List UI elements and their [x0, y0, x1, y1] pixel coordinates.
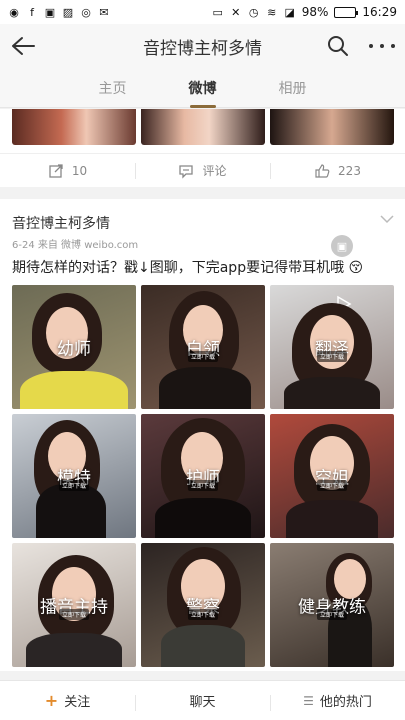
no-sim-icon: ◪ [284, 5, 295, 19]
download-tag[interactable]: 立即下载 [316, 351, 348, 362]
like-button[interactable]: 223 [270, 154, 405, 187]
repost-icon [49, 163, 63, 178]
post-author[interactable]: 音控博主柯多情 [12, 213, 110, 233]
download-tag[interactable]: 立即下载 [187, 609, 219, 620]
status-left-icons: ◉ f ▣ ▨ ◎ ✉ [8, 5, 110, 19]
page-title: 音控博主柯多情 [143, 38, 262, 59]
emoji-icon: 😚 [344, 260, 364, 276]
screen-icon: ▭ [212, 5, 223, 19]
back-arrow-icon[interactable] [10, 34, 36, 58]
bottom-action-bar: + 关注 聊天 ☰ 他的热门 [0, 680, 405, 720]
comment-label: 评论 [202, 164, 227, 178]
search-icon[interactable] [327, 35, 349, 57]
post-image[interactable]: 健身教练 立即下载 [270, 543, 394, 667]
tab-weibo[interactable]: 微博 [183, 78, 223, 98]
battery-percent: 98% [301, 5, 329, 19]
comment-icon [179, 164, 194, 179]
alarm-icon: ◷ [248, 5, 259, 19]
post-image[interactable]: 警察 立即下载 [141, 543, 265, 667]
chat-label: 聊天 [189, 695, 216, 710]
download-tag[interactable]: 立即下载 [187, 480, 219, 491]
tab-home[interactable]: 主页 [93, 78, 133, 98]
post-image[interactable]: 幼师 [12, 285, 136, 409]
post-image[interactable]: 翻泽 立即下载 [270, 285, 394, 409]
previous-post-actions: 10 评论 223 [0, 153, 405, 187]
post-text: 期待怎样的对话？戳↓图聊，下完app要记得带耳机哦 😚 [12, 257, 392, 277]
post-image[interactable]: 播音主持 立即下载 [12, 543, 136, 667]
tab-album[interactable]: 相册 [273, 78, 313, 98]
thumbs-up-icon [315, 163, 330, 178]
previous-post-image[interactable] [141, 109, 265, 145]
hot-posts-button[interactable]: ☰ 他的热门 [270, 691, 405, 711]
facebook-icon: f [30, 5, 34, 19]
status-right: ▭ ✕ ◷ ≋ ◪ 98% 16:29 [212, 5, 397, 19]
image-icon: ▨ [62, 5, 74, 19]
like-count: 223 [338, 163, 361, 178]
previous-post-image[interactable] [12, 109, 136, 145]
download-tag[interactable]: 立即下载 [58, 480, 90, 491]
previous-post-images [0, 109, 405, 153]
repost-button[interactable]: 10 [0, 154, 135, 187]
post-image[interactable]: 空姐 立即下载 [270, 414, 394, 538]
list-icon: ☰ [303, 693, 314, 708]
post-text-content: 期待怎样的对话？戳↓图聊，下完app要记得带耳机哦 [12, 260, 345, 276]
repost-count: 10 [71, 163, 88, 178]
follow-label: 关注 [64, 695, 91, 710]
previous-post-image[interactable] [270, 109, 394, 145]
profile-tabs: 主页 微博 相册 [0, 68, 405, 108]
post-image[interactable]: 模特 立即下载 [12, 414, 136, 538]
post-image-grid: 幼师 白领 立即下载 翻泽 立即下载 模特 立即下载 护师 立即下载 空姐 立即… [12, 285, 394, 667]
download-tag[interactable]: 立即下载 [316, 480, 348, 491]
chevron-down-icon[interactable] [379, 213, 395, 225]
hot-label: 他的热门 [319, 695, 372, 710]
camera-icon: ◎ [81, 5, 91, 19]
post-card: 音控博主柯多情 6-24 来自 微博 weibo.com ▣ 期待怎样的对话？戳… [0, 199, 405, 671]
post-meta: 6-24 来自 微博 weibo.com [12, 240, 139, 251]
battery-icon [334, 6, 359, 18]
download-tag[interactable]: 立即下载 [316, 609, 348, 620]
status-bar: ◉ f ▣ ▨ ◎ ✉ ▭ ✕ ◷ ≋ ◪ 98% 16:29 [0, 0, 405, 24]
wifi-icon: ≋ [267, 5, 277, 19]
follow-button[interactable]: + 关注 [0, 691, 135, 710]
more-options-icon[interactable] [369, 35, 395, 57]
notification-icon: ✉ [99, 5, 109, 19]
mute-icon: ✕ [231, 5, 241, 19]
download-tag[interactable]: 立即下载 [187, 351, 219, 362]
post-image[interactable]: 护师 立即下载 [141, 414, 265, 538]
post-image[interactable]: 白领 立即下载 [141, 285, 265, 409]
plus-icon: + [44, 691, 59, 710]
weibo-icon: ◉ [9, 5, 19, 19]
image-caption: 幼师 [57, 339, 91, 360]
top-nav-bar: 音控博主柯多情 [0, 24, 405, 68]
video-float-icon[interactable]: ▣ [331, 235, 353, 257]
download-tag[interactable]: 立即下载 [58, 609, 90, 620]
comment-button[interactable]: 评论 [135, 154, 270, 187]
image-icon: ▣ [44, 5, 56, 19]
chat-button[interactable]: 聊天 [135, 691, 270, 711]
clock: 16:29 [362, 5, 397, 19]
